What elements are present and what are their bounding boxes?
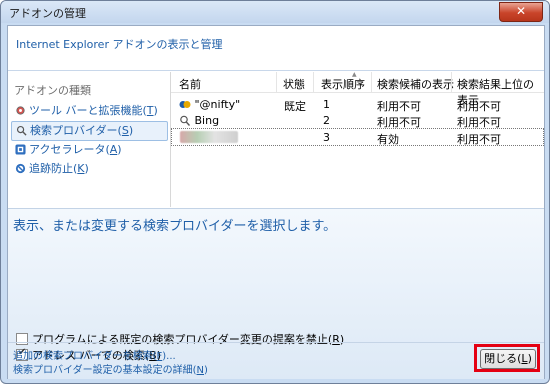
column-header-order[interactable]: 表示順序 <box>321 76 365 92</box>
column-divider <box>276 72 277 92</box>
column-header-suggestions[interactable]: 検索候補の表示 <box>377 76 454 92</box>
sidebar-item-accesskey: S <box>121 124 129 137</box>
header-divider <box>8 70 544 71</box>
link-accesskey: N <box>196 365 204 376</box>
row-order: 2 <box>323 114 330 127</box>
column-divider <box>371 72 372 92</box>
link-text: 検索プロバイダー設定の基本設定の詳細( <box>13 365 197 376</box>
sidebar-item-suffix: ) <box>117 143 122 156</box>
column-divider <box>313 72 314 92</box>
header-title: Internet Explorer アドオンの表示と管理 <box>16 38 223 51</box>
window-title: アドオンの管理 <box>9 7 86 20</box>
title-bar: アドオンの管理 ✕ <box>1 1 549 23</box>
row-order: 1 <box>323 98 330 111</box>
row-name: Bing <box>194 114 220 127</box>
table-row[interactable]: "@nifty" 既定 1 利用不可 利用不可 <box>171 96 544 113</box>
row-name-cell: "@nifty" <box>179 98 240 111</box>
close-button-highlight: 閉じる(L) <box>474 344 540 372</box>
column-header-status[interactable]: 状態 <box>283 76 305 92</box>
sidebar-item-label: アクセラレータ( <box>29 143 110 156</box>
close-button-text: 閉じる( <box>484 352 522 365</box>
search-icon <box>16 125 27 136</box>
prevent-change-label: プログラムによる既定の検索プロバイダー変更の提案を禁止(R) <box>32 331 344 347</box>
find-more-providers-link[interactable]: 追加の検索プロバイダーを検索(F)... <box>13 347 176 362</box>
provider-preferences-link[interactable]: 検索プロバイダー設定の基本設定の詳細(N) <box>13 361 208 376</box>
details-description: 表示、または変更する検索プロバイダーを選択します。 <box>13 219 337 234</box>
table-header: 名前 状態 表示順序 ▲ 検索候補の表示 検索結果上位の表示 <box>171 71 544 107</box>
close-icon: ✕ <box>515 4 527 18</box>
block-icon <box>15 163 26 174</box>
row-suggestions: 有効 <box>377 133 399 146</box>
sidebar-item-accelerators[interactable]: アクセラレータ(A) <box>11 141 166 159</box>
sidebar-item-suffix: ) <box>153 104 158 117</box>
blurred-icon <box>180 131 238 143</box>
accelerator-icon <box>15 144 26 155</box>
sidebar-item-suffix: ) <box>128 124 134 137</box>
search-icon <box>180 115 191 126</box>
row-name: "@nifty" <box>194 98 241 111</box>
sidebar-item-suffix: ) <box>84 162 89 175</box>
sidebar-item-label: 検索プロバイダー( <box>30 124 122 137</box>
gear-icon <box>16 106 25 115</box>
column-divider <box>451 72 452 92</box>
table-row[interactable]: 3 有効 利用不可 <box>171 128 544 146</box>
column-header-name[interactable]: 名前 <box>179 76 201 92</box>
sidebar-item-search-providers[interactable]: 検索プロバイダー(S) <box>11 121 168 141</box>
row-order: 3 <box>323 131 330 144</box>
prevent-change-checkbox[interactable] <box>16 333 28 345</box>
row-name-cell: Bing <box>179 114 219 127</box>
footer-divider <box>8 342 544 343</box>
close-button[interactable]: 閉じる(L) <box>480 349 536 369</box>
nifty-icon <box>179 101 191 108</box>
sidebar-item-label: 追跡防止( <box>29 162 78 175</box>
search-provider-table: 名前 状態 表示順序 ▲ 検索候補の表示 検索結果上位の表示 "@nifty" … <box>171 71 544 207</box>
table-row[interactable]: Bing 2 利用不可 利用不可 <box>171 112 544 129</box>
addon-type-sidebar: アドオンの種類 ツール バーと拡張機能(T) 検索プロバイダー(S) アクセラレ… <box>8 72 168 207</box>
sidebar-item-tracking-protection[interactable]: 追跡防止(K) <box>11 160 166 178</box>
checkbox-label-text: プログラムによる既定の検索プロバイダー変更の提案を禁止( <box>32 333 333 346</box>
client-area: Internet Explorer アドオンの表示と管理 アドオンの種類 ツール… <box>7 25 545 379</box>
window-close-button[interactable]: ✕ <box>499 2 543 22</box>
sidebar-item-accesskey: K <box>77 162 85 175</box>
addon-manager-window: アドオンの管理 ✕ Internet Explorer アドオンの表示と管理 ア… <box>0 0 550 384</box>
sort-ascending-icon: ▲ <box>352 71 357 78</box>
checkbox-label-suffix: ) <box>339 333 345 346</box>
row-top-result: 利用不可 <box>457 133 501 146</box>
close-button-suffix: ) <box>527 352 532 365</box>
sidebar-item-label: ツール バーと拡張機能( <box>29 104 147 117</box>
row-name-cell <box>180 131 238 144</box>
link-suffix: ) <box>204 365 208 376</box>
sidebar-item-accesskey: T <box>146 104 154 117</box>
sidebar-item-toolbars[interactable]: ツール バーと拡張機能(T) <box>11 102 166 120</box>
sidebar-category-label: アドオンの種類 <box>14 84 91 97</box>
header: Internet Explorer アドオンの表示と管理 <box>8 26 544 70</box>
checkbox-accesskey: R <box>332 333 340 346</box>
